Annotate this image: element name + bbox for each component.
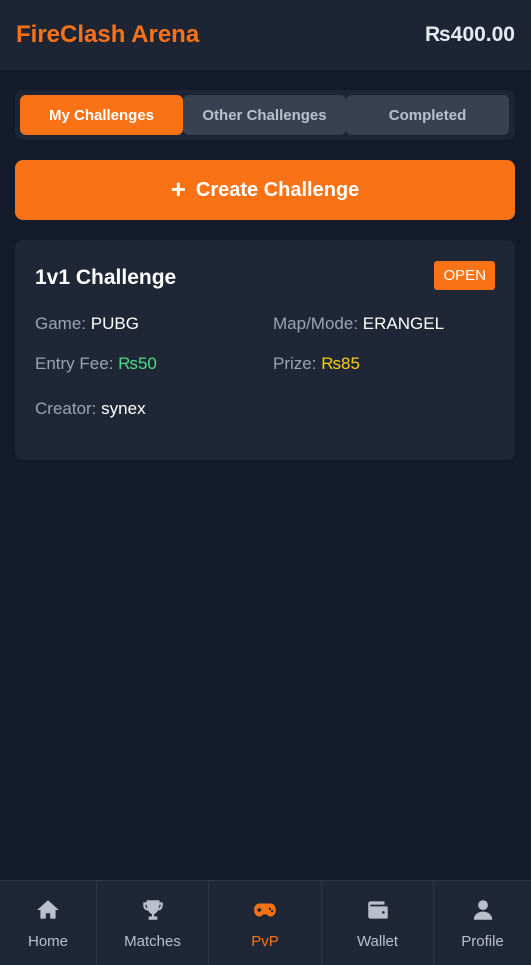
app-header: FireClash Arena ₨400.00 [0, 0, 531, 70]
map-value: ERANGEL [362, 314, 445, 333]
nav-profile[interactable]: Profile [434, 881, 531, 965]
nav-matches[interactable]: Matches [97, 881, 209, 965]
entry-fee-row: Entry Fee: ₨50 [35, 354, 157, 374]
app-title: FireClash Arena [16, 21, 200, 48]
wallet-balance: ₨400.00 [425, 23, 515, 46]
nav-home-label: Home [27, 932, 68, 950]
user-icon [473, 899, 492, 920]
tab-other-challenges[interactable]: Other Challenges [183, 95, 346, 135]
create-challenge-label: Create Challenge [195, 178, 360, 201]
challenge-tabs: My Challenges Other Challenges Completed [15, 90, 515, 140]
nav-profile-label: Profile [461, 932, 504, 950]
nav-home[interactable]: Home [0, 881, 97, 965]
game-label: Game: [35, 314, 87, 333]
bottom-nav: Home Matches PvP Wallet Profile [0, 880, 531, 965]
wallet-icon [367, 900, 388, 919]
status-badge: OPEN [434, 261, 495, 290]
creator-value: synex [101, 399, 146, 418]
entry-fee-label: Entry Fee: [35, 354, 114, 373]
plus-icon: + [170, 174, 186, 204]
map-row: Map/Mode: ERANGEL [273, 314, 444, 334]
nav-wallet-label: Wallet [356, 932, 399, 950]
game-row: Game: PUBG [35, 314, 139, 334]
app-root: FireClash Arena ₨400.00 My Challenges Ot… [0, 0, 531, 965]
challenge-card[interactable]: 1v1 Challenge OPEN Game: PUBG Map/Mode: … [15, 240, 515, 460]
nav-pvp[interactable]: PvP [209, 881, 322, 965]
prize-label: Prize: [273, 354, 317, 373]
trophy-icon [142, 899, 163, 920]
prize-value: ₨85 [321, 354, 360, 373]
tab-completed[interactable]: Completed [346, 95, 509, 135]
tab-my-challenges[interactable]: My Challenges [20, 95, 183, 135]
map-label: Map/Mode: [273, 314, 359, 333]
gamepad-icon [254, 903, 276, 916]
home-icon [37, 899, 59, 919]
challenge-title: 1v1 Challenge [35, 266, 177, 289]
entry-fee-value: ₨50 [118, 354, 157, 373]
prize-row: Prize: ₨85 [273, 354, 360, 374]
nav-matches-label: Matches [124, 932, 181, 950]
creator-row: Creator: synex [35, 399, 146, 419]
game-value: PUBG [90, 314, 139, 333]
create-challenge-button[interactable]: + Create Challenge [15, 160, 515, 220]
creator-label: Creator: [35, 399, 97, 418]
nav-pvp-label: PvP [251, 932, 279, 950]
nav-wallet[interactable]: Wallet [322, 881, 434, 965]
